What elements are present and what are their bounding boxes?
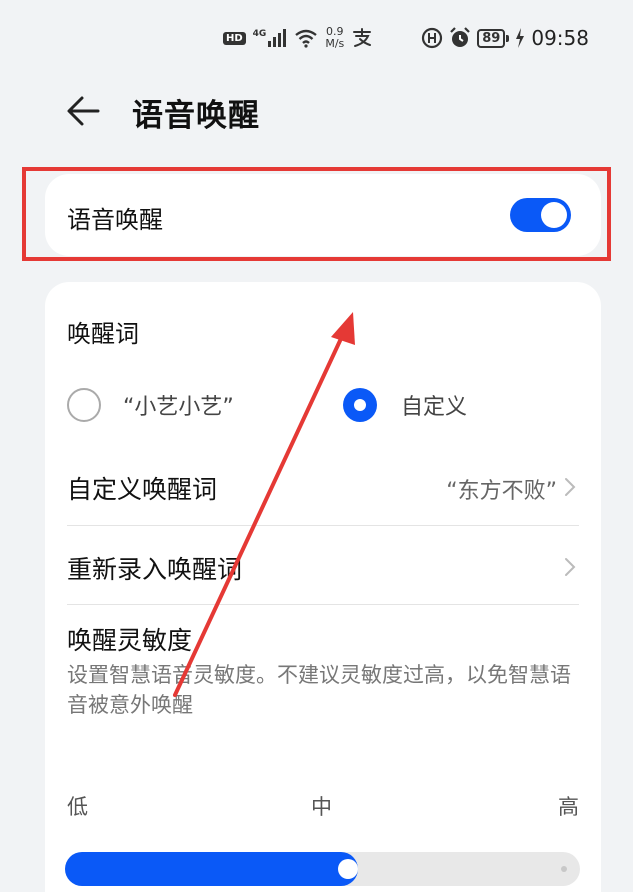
- network-type: 4G: [252, 29, 267, 39]
- chevron-right-icon: [565, 478, 576, 496]
- custom-wake-word-item[interactable]: 自定义唤醒词 “东方不败”: [67, 446, 579, 526]
- radio-option-custom[interactable]: 自定义: [343, 388, 467, 422]
- slider-thumb[interactable]: [338, 859, 358, 879]
- list-item-value: “东方不败”: [446, 479, 557, 504]
- wake-word-title: 唤醒词: [67, 320, 139, 348]
- clock: 09:58: [531, 26, 589, 50]
- status-bar: HD 4G 0.9 M/s 89 09:58: [0, 0, 633, 76]
- annotation-highlight-box: [22, 167, 611, 261]
- app-header: 语音唤醒: [0, 76, 633, 146]
- scale-low-label: 低: [67, 795, 88, 819]
- alipay-icon: [353, 28, 372, 47]
- sensitivity-title: 唤醒灵敏度: [67, 626, 193, 655]
- scale-mid-label: 中: [311, 795, 332, 819]
- battery-level: 89: [477, 28, 506, 48]
- speed-unit: M/s: [325, 37, 345, 50]
- sensitivity-slider[interactable]: [65, 852, 580, 886]
- list-item-label: 自定义唤醒词: [67, 475, 218, 504]
- radio-option-default[interactable]: “小艺小艺”: [67, 388, 234, 422]
- back-button[interactable]: [62, 91, 106, 131]
- status-right: 89 09:58: [421, 22, 589, 54]
- charging-icon: [516, 28, 525, 48]
- scale-high-label: 高: [558, 795, 579, 819]
- status-left: HD 4G 0.9 M/s: [223, 22, 373, 54]
- radio-label: 自定义: [401, 395, 468, 420]
- hd-badge: HD: [223, 31, 246, 45]
- slider-fill: [65, 852, 358, 886]
- network-speed: 0.9 M/s: [325, 26, 344, 50]
- list-item-label: 重新录入唤醒词: [67, 555, 243, 584]
- sensitivity-description: 设置智慧语音灵敏度。不建议灵敏度过高，以免智慧语音被意外唤醒: [67, 663, 571, 717]
- radio-label: “小艺小艺”: [123, 395, 234, 420]
- battery-icon: 89: [477, 28, 510, 48]
- wifi-icon: [295, 29, 318, 48]
- wake-word-card: 唤醒词 “小艺小艺” 自定义 自定义唤醒词 “东方不败” 重新录入唤醒词 唤醒灵…: [45, 282, 601, 892]
- rerecord-wake-word-item[interactable]: 重新录入唤醒词: [67, 526, 579, 606]
- page-title: 语音唤醒: [132, 98, 260, 134]
- back-arrow-icon: [67, 96, 100, 126]
- slider-end-dot: [561, 866, 567, 872]
- radio-unchecked-icon: [67, 388, 101, 422]
- signal-icon: 4G: [253, 29, 288, 47]
- data-saver-icon: [422, 27, 443, 49]
- chevron-right-icon: [565, 558, 576, 576]
- divider: [67, 604, 579, 605]
- alarm-icon: [450, 27, 471, 47]
- radio-checked-icon: [343, 388, 377, 422]
